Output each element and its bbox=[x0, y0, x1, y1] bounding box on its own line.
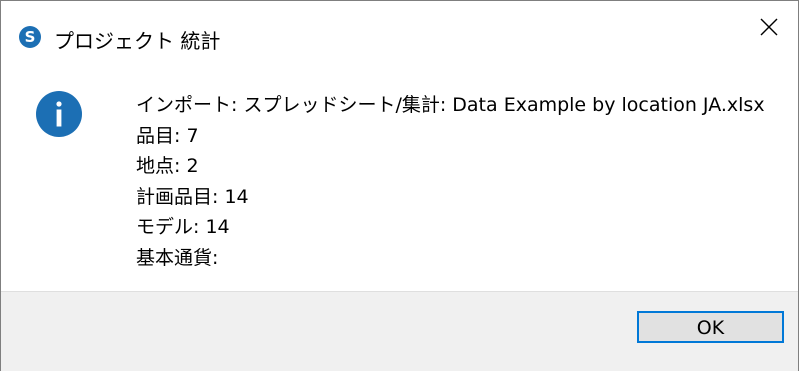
items-count-line: 品目: 7 bbox=[136, 124, 199, 147]
message-area: インポート: スプレッドシート/集計: Data Example by loca… bbox=[1, 53, 798, 291]
models-count-line: モデル: 14 bbox=[136, 216, 230, 238]
window-title: プロジェクト 統計 bbox=[54, 29, 221, 53]
import-source-line: インポート: スプレッドシート/集計: Data Example by loca… bbox=[136, 94, 765, 116]
button-bar: OK bbox=[1, 291, 798, 371]
project-statistics-dialog: S プロジェクト 統計 インポート: スプレッドシート/集計: Data Exa… bbox=[0, 0, 799, 371]
ok-button[interactable]: OK bbox=[637, 311, 784, 343]
app-logo-icon: S bbox=[19, 26, 41, 48]
info-icon bbox=[36, 91, 82, 137]
base-currency-line: 基本通貨: bbox=[136, 246, 219, 269]
planned-items-line: 計画品目: 14 bbox=[136, 185, 249, 208]
close-icon bbox=[760, 18, 778, 36]
message-text: インポート: スプレッドシート/集計: Data Example by loca… bbox=[136, 90, 765, 273]
close-button[interactable] bbox=[740, 1, 798, 53]
title-bar[interactable]: S プロジェクト 統計 bbox=[1, 1, 798, 53]
locations-count-line: 地点: 2 bbox=[136, 155, 199, 177]
